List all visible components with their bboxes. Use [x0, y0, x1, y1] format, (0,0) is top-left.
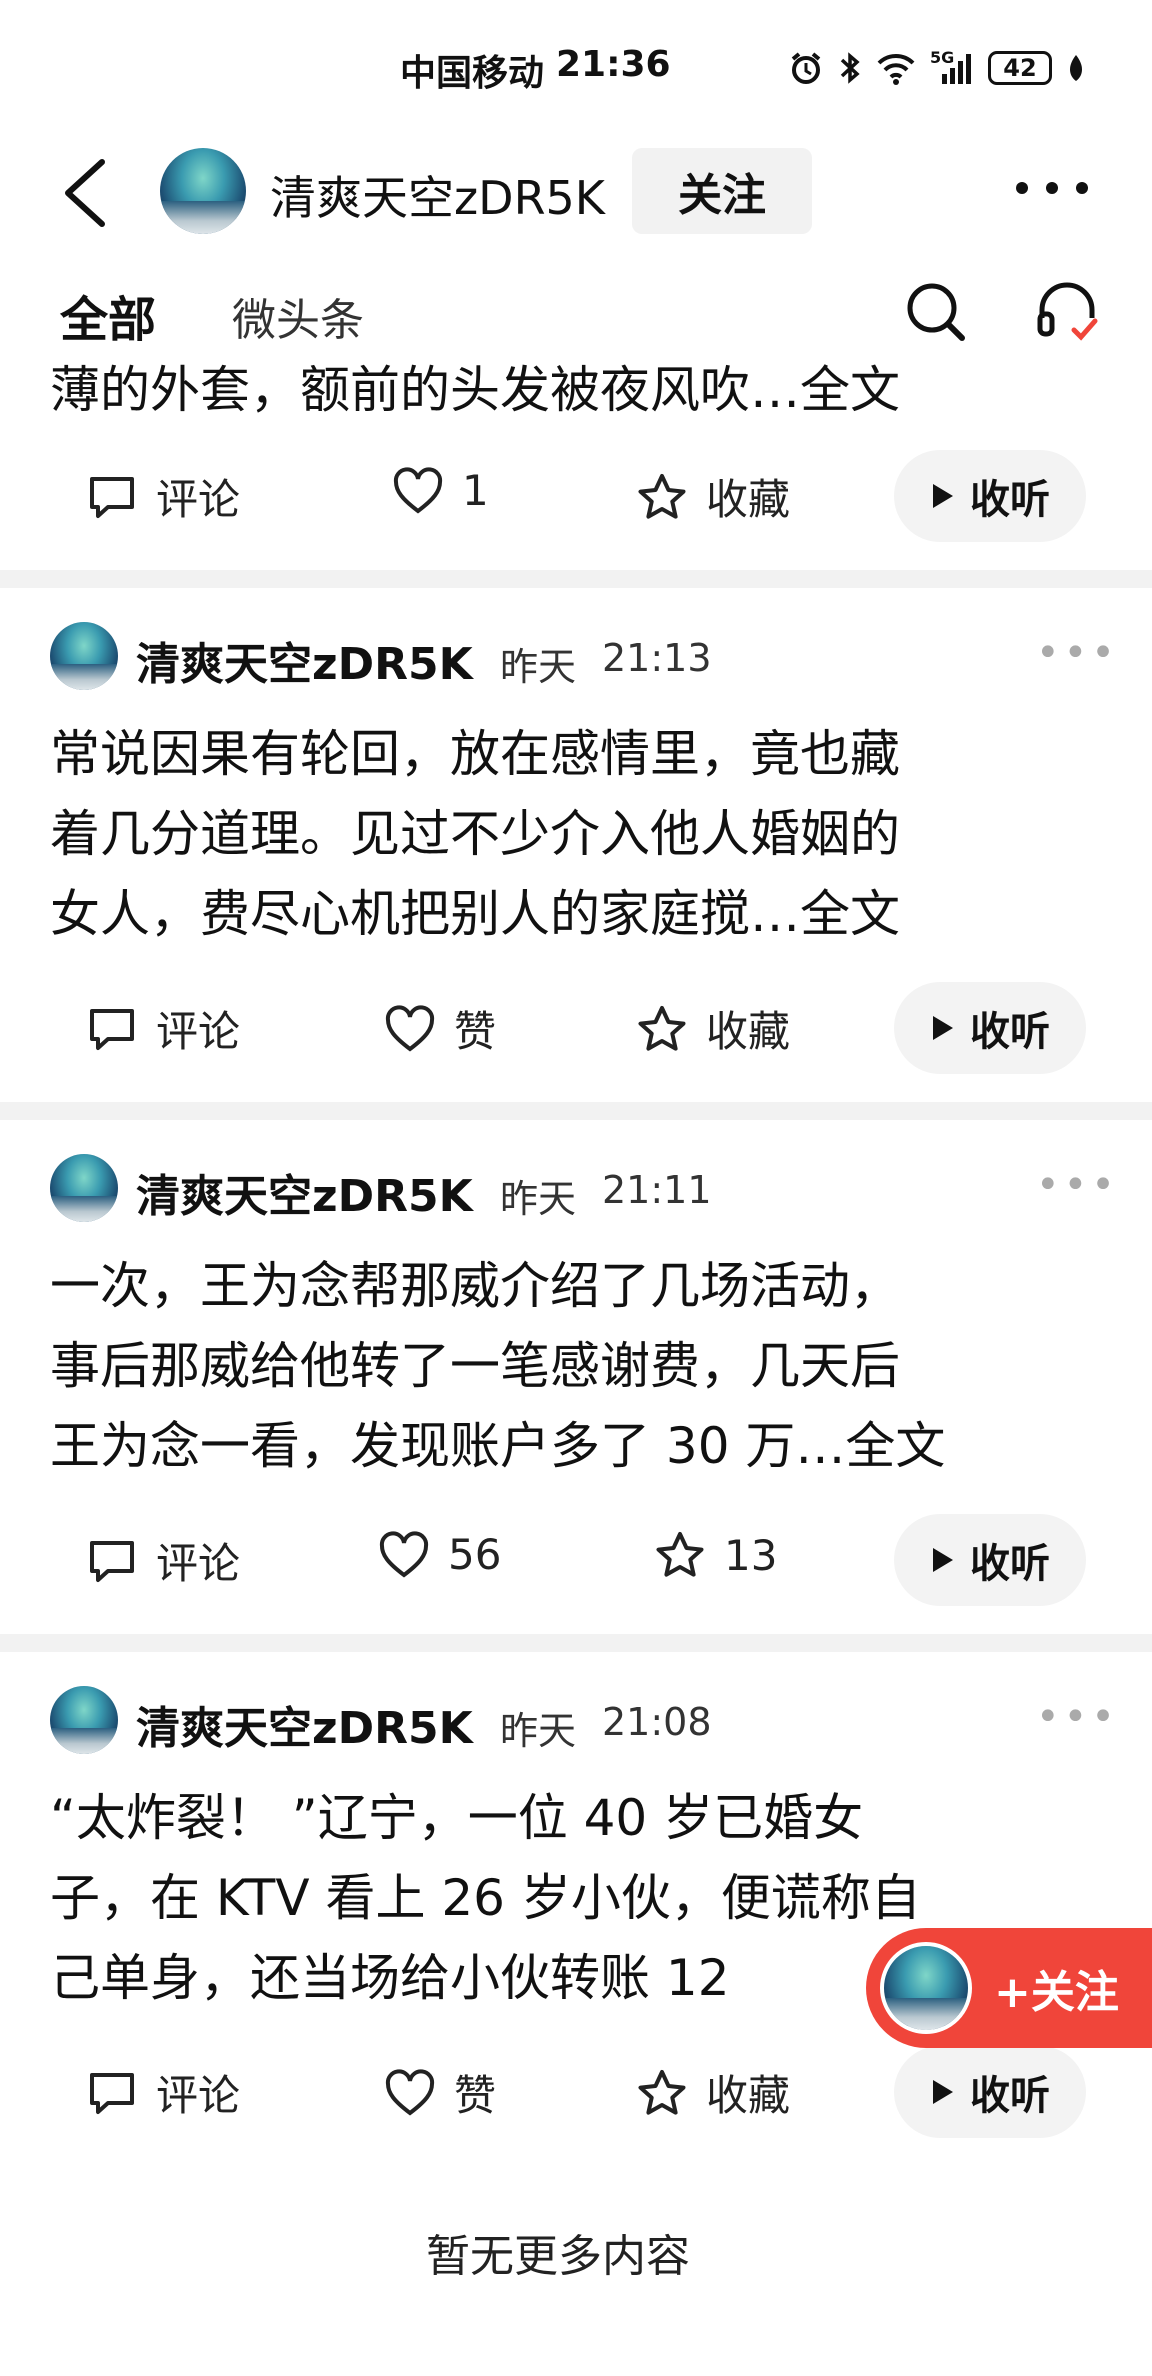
floating-follow-avatar — [880, 1942, 972, 2034]
comment-button[interactable]: 评论 — [86, 2062, 240, 2123]
post-text-line[interactable]: “太炸裂！ ”辽宁，一位 40 岁已婚女 — [50, 1780, 863, 1856]
favorite-count: 13 — [724, 1530, 778, 1580]
header-follow-button[interactable]: 关注 — [632, 148, 812, 234]
post-text-line[interactable]: 常说因果有轮回，放在感情里，竟也藏 — [50, 716, 900, 792]
favorite-label: 收藏 — [706, 2071, 791, 2120]
listen-button[interactable]: 收听 — [894, 982, 1086, 1074]
post-author[interactable]: 清爽天空zDR5K — [136, 1160, 473, 1224]
header-account-name[interactable]: 清爽天空zDR5K — [270, 162, 605, 228]
favorite-label: 收藏 — [706, 1007, 791, 1056]
favorite-button[interactable]: 13 — [654, 1530, 777, 1580]
like-label: 赞 — [454, 2071, 497, 2120]
comment-label: 评论 — [156, 2071, 241, 2120]
alarm-icon — [791, 52, 821, 84]
floating-follow-label: +关注 — [994, 1967, 1119, 2018]
post-time: 21:08 — [602, 1700, 712, 1744]
comment-icon — [90, 1008, 134, 1050]
floating-follow-button[interactable]: +关注 — [866, 1928, 1152, 2048]
like-button[interactable]: 赞 — [384, 2062, 496, 2123]
post-more-icon[interactable]: ••• — [1036, 630, 1119, 676]
listen-button[interactable]: 收听 — [894, 2046, 1086, 2138]
favorite-button[interactable]: 收藏 — [636, 2062, 790, 2123]
like-label: 赞 — [454, 1007, 497, 1056]
post-date: 昨天 — [500, 645, 577, 689]
post-text-line[interactable]: 一次，王为念帮那威介绍了几场活动， — [50, 1248, 900, 1324]
listen-button[interactable]: 收听 — [894, 450, 1086, 542]
comment-icon — [90, 1540, 134, 1582]
heart-icon — [379, 1530, 429, 1578]
comment-label: 评论 — [156, 475, 241, 524]
comment-label: 评论 — [156, 1007, 241, 1056]
post-avatar[interactable] — [50, 1154, 118, 1222]
comment-icon — [90, 476, 134, 518]
star-icon — [656, 1532, 704, 1577]
listen-label: 收听 — [970, 2073, 1050, 2119]
heart-icon — [393, 466, 443, 514]
header-avatar[interactable] — [160, 148, 246, 234]
favorite-button[interactable]: 收藏 — [636, 466, 790, 527]
post-time: 21:11 — [602, 1168, 712, 1212]
post-more-icon[interactable]: ••• — [1036, 1694, 1119, 1740]
post-date: 昨天 — [500, 1177, 577, 1221]
post-avatar[interactable] — [50, 1686, 118, 1754]
headphones-icon[interactable] — [1034, 278, 1100, 344]
favorite-label: 收藏 — [706, 475, 791, 524]
feed-divider — [0, 1634, 1152, 1652]
feed-divider — [0, 1102, 1152, 1120]
like-button[interactable]: 1 — [392, 466, 489, 515]
post-text-line[interactable]: 己单身，还当场给小伙转账 12 — [50, 1940, 730, 2016]
heart-icon — [385, 2068, 435, 2116]
post-text-line[interactable]: 事后那威给他转了一笔感谢费，几天后 — [50, 1328, 900, 1404]
star-icon — [638, 2069, 686, 2115]
status-icons: 5G 42 — [788, 48, 1108, 88]
post-text-line[interactable]: 薄的外套，额前的头发被夜风吹…全文 — [50, 352, 900, 428]
post-avatar[interactable] — [50, 622, 118, 690]
like-count: 56 — [448, 1530, 502, 1579]
star-icon — [638, 1005, 686, 1051]
post-text-line[interactable]: 子，在 KTV 看上 26 岁小伙，便谎称自 — [50, 1860, 921, 1936]
listen-label: 收听 — [970, 477, 1050, 523]
tab-all[interactable]: 全部 — [60, 280, 156, 350]
favorite-button[interactable]: 收藏 — [636, 998, 790, 1059]
post-author[interactable]: 清爽天空zDR5K — [136, 1692, 473, 1756]
like-button[interactable]: 56 — [378, 1530, 501, 1579]
comment-button[interactable]: 评论 — [86, 998, 240, 1059]
post-author[interactable]: 清爽天空zDR5K — [136, 628, 473, 692]
listen-button[interactable]: 收听 — [894, 1514, 1086, 1606]
clock: 21:36 — [556, 44, 671, 85]
battery-level: 42 — [1003, 54, 1037, 82]
leaf-icon — [1070, 55, 1082, 81]
comment-label: 评论 — [156, 1539, 241, 1588]
play-icon — [933, 1016, 953, 1040]
carrier-label: 中国移动 — [400, 53, 545, 94]
post-text-line[interactable]: 女人，费尽心机把别人的家庭搅…全文 — [50, 876, 900, 952]
star-icon — [638, 473, 686, 519]
bluetooth-icon — [840, 52, 860, 84]
comment-button[interactable]: 评论 — [86, 466, 240, 527]
listen-label: 收听 — [970, 1541, 1050, 1587]
post-text-line[interactable]: 着几分道理。见过不少介入他人婚姻的 — [50, 796, 900, 872]
post-more-icon[interactable]: ••• — [1036, 1162, 1119, 1208]
post-date: 昨天 — [500, 1709, 577, 1753]
tab-micro-headline[interactable]: 微头条 — [232, 284, 364, 348]
post-text-line[interactable]: 王为念一看，发现账户多了 30 万…全文 — [50, 1408, 945, 1484]
comment-icon — [90, 2072, 134, 2114]
heart-icon — [385, 1004, 435, 1052]
post-time: 21:13 — [602, 636, 712, 680]
listen-label: 收听 — [970, 1009, 1050, 1055]
more-options-icon[interactable] — [1016, 168, 1088, 208]
search-icon[interactable] — [904, 280, 968, 344]
battery-icon: 42 — [988, 51, 1052, 85]
wifi-icon — [877, 53, 915, 85]
play-icon — [933, 2080, 953, 2104]
feed-divider — [0, 570, 1152, 588]
like-count: 1 — [462, 466, 489, 515]
end-of-feed-text: 暂无更多内容 — [426, 2231, 690, 2282]
signal-icon: 5G — [930, 48, 974, 86]
play-icon — [933, 1548, 953, 1572]
comment-button[interactable]: 评论 — [86, 1530, 240, 1591]
play-icon — [933, 484, 953, 508]
back-arrow-icon[interactable] — [60, 158, 110, 228]
like-button[interactable]: 赞 — [384, 998, 496, 1059]
